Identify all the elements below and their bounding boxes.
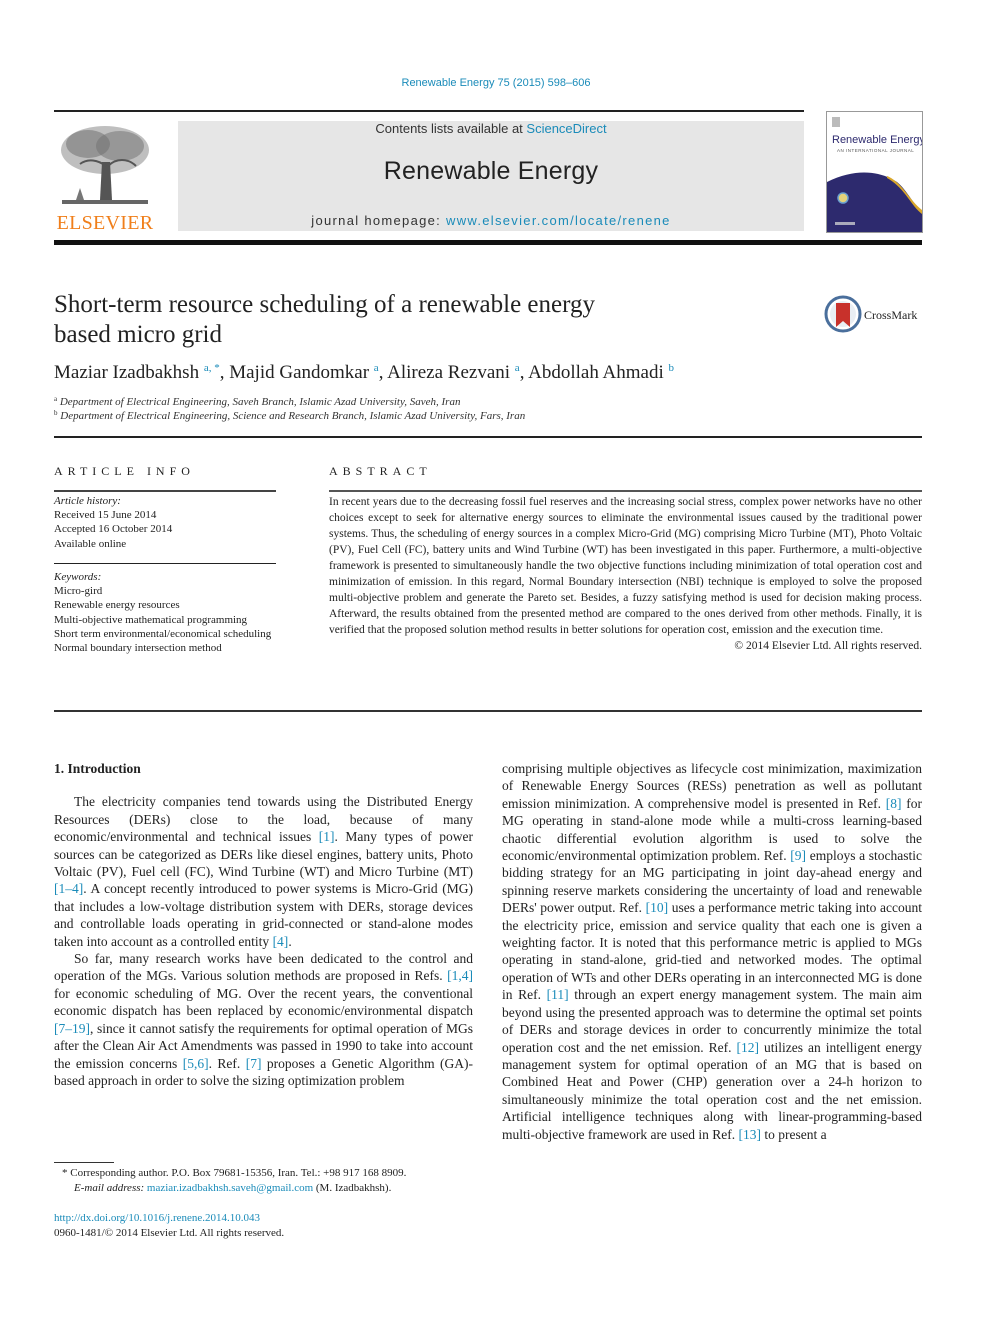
author-affiliation-mark[interactable]: a, * [204, 362, 220, 374]
keyword-item: Renewable energy resources [54, 599, 180, 612]
homepage-link[interactable]: www.elsevier.com/locate/renene [446, 213, 671, 228]
contents-prefix: Contents lists available at [375, 121, 527, 136]
homepage-prefix: journal homepage: [311, 213, 446, 228]
article-history: Article history: Received 15 June 2014 A… [54, 494, 279, 551]
crossmark-icon [824, 295, 862, 333]
author-name[interactable]: Alireza Rezvani [387, 362, 510, 383]
reference-link[interactable]: [7–19] [54, 1021, 90, 1036]
article-history-label: Article history: [54, 495, 121, 507]
journal-cover-thumbnail[interactable]: Renewable Energy AN INTERNATIONAL JOURNA… [826, 111, 923, 233]
author-affiliation-mark[interactable]: b [669, 362, 675, 374]
keyword-item: Normal boundary intersection method [54, 642, 222, 655]
keyword-item: Short term environmental/economical sche… [54, 627, 272, 640]
header-thick-rule [54, 240, 922, 245]
elsevier-logo[interactable]: ELSEVIER [54, 120, 156, 235]
journal-masthead: Contents lists available at ScienceDirec… [178, 121, 804, 231]
section-heading-introduction: 1. Introduction [54, 761, 141, 776]
homepage-line: journal homepage: www.elsevier.com/locat… [178, 213, 804, 228]
reference-link[interactable]: [1–4] [54, 881, 83, 896]
header-rule [54, 110, 804, 112]
author-affiliation-mark[interactable]: a [374, 362, 379, 374]
reference-link[interactable]: [7] [246, 1056, 262, 1071]
doi-block: http://dx.doi.org/10.1016/j.renene.2014.… [54, 1211, 284, 1241]
title-block-rule [54, 436, 922, 438]
contents-line: Contents lists available at ScienceDirec… [178, 121, 804, 136]
tree-icon [58, 122, 152, 208]
cover-title: Renewable Energy [832, 134, 923, 146]
keywords-rule [54, 563, 276, 564]
journal-citation[interactable]: Renewable Energy 75 (2015) 598–606 [0, 77, 992, 89]
issn-line: 0960-1481/© 2014 Elsevier Ltd. All right… [54, 1227, 285, 1239]
reference-link[interactable]: [1] [319, 829, 335, 844]
journal-name: Renewable Energy [383, 157, 599, 185]
email-label: E-mail address: [74, 1182, 145, 1194]
reference-link[interactable]: [4] [273, 934, 289, 949]
crossmark-badge[interactable]: CrossMark [824, 295, 924, 335]
body-column-left: 1. Introduction The electricity companie… [54, 760, 473, 1089]
corresponding-author-footnote: * Corresponding author. P.O. Box 79681-1… [62, 1166, 406, 1196]
abstract-body: In recent years due to the decreasing fo… [329, 494, 922, 654]
reference-link[interactable]: [5,6] [183, 1056, 209, 1071]
corresponding-author-text: Corresponding author. P.O. Box 79681-153… [70, 1167, 407, 1179]
history-available: Available online [54, 537, 127, 550]
body-paragraph: So far, many research works have been de… [54, 951, 473, 1088]
history-received: Received 15 June 2014 [54, 509, 157, 522]
reference-link[interactable]: [13] [739, 1127, 762, 1142]
abstract-rule [329, 490, 922, 492]
keyword-item: Micro-gird [54, 585, 103, 598]
footnote-marker: * [62, 1167, 68, 1179]
body-paragraph: comprising multiple objectives as lifecy… [502, 761, 923, 1142]
author-name[interactable]: Majid Gandomkar [229, 362, 369, 383]
affiliation-text: Department of Electrical Engineering, Sc… [60, 410, 526, 422]
reference-link[interactable]: [1,4] [447, 968, 473, 983]
journal-citation-link[interactable]: Renewable Energy 75 (2015) 598–606 [402, 77, 591, 89]
body-column-right: comprising multiple objectives as lifecy… [502, 760, 922, 1143]
author-list: Maziar Izadbakhsh a, *, Majid Gandomkar … [54, 362, 675, 383]
author-affiliation-mark[interactable]: a [515, 362, 520, 374]
author-name[interactable]: Maziar Izadbakhsh [54, 362, 199, 383]
body-paragraph: The electricity companies tend towards u… [54, 794, 473, 949]
cover-subtitle: AN INTERNATIONAL JOURNAL [837, 148, 915, 153]
abstract-copyright: © 2014 Elsevier Ltd. All rights reserved… [734, 640, 922, 652]
footnote-rule [54, 1162, 114, 1163]
keywords-label: Keywords: [54, 571, 102, 583]
doi-link[interactable]: http://dx.doi.org/10.1016/j.renene.2014.… [54, 1212, 260, 1224]
affiliation: b Department of Electrical Engineering, … [54, 409, 525, 422]
email-link[interactable]: maziar.izadbakhsh.saveh@gmail.com [147, 1182, 313, 1194]
cover-art-icon [827, 117, 922, 232]
keyword-item: Multi-objective mathematical programming [54, 613, 248, 626]
email-suffix: (M. Izadbakhsh). [313, 1182, 392, 1194]
abstract-heading: ABSTRACT [329, 464, 432, 478]
sciencedirect-link[interactable]: ScienceDirect [526, 121, 606, 136]
affiliation-mark: a [54, 395, 58, 403]
affiliation-text: Department of Electrical Engineering, Sa… [59, 396, 461, 408]
crossmark-label: CrossMark [864, 308, 918, 322]
history-accepted: Accepted 16 October 2014 [54, 523, 173, 536]
article-info-heading: ARTICLE INFO [54, 464, 195, 478]
front-matter-rule [54, 710, 922, 712]
paper-title: Short-term resource scheduling of a rene… [54, 291, 595, 348]
reference-link[interactable]: [12] [737, 1040, 760, 1055]
reference-link[interactable]: [9] [790, 848, 806, 863]
reference-link[interactable]: [11] [547, 987, 569, 1002]
reference-link[interactable]: [8] [886, 796, 902, 811]
keywords: Keywords: Micro-gird Renewable energy re… [54, 570, 279, 655]
elsevier-wordmark: ELSEVIER [56, 212, 154, 234]
abstract-text: In recent years due to the decreasing fo… [329, 496, 922, 636]
affiliation: a Department of Electrical Engineering, … [54, 395, 460, 408]
reference-link[interactable]: [10] [646, 900, 669, 915]
affiliation-mark: b [54, 409, 58, 417]
author-name[interactable]: Abdollah Ahmadi [528, 362, 664, 383]
article-info-rule [54, 490, 276, 492]
